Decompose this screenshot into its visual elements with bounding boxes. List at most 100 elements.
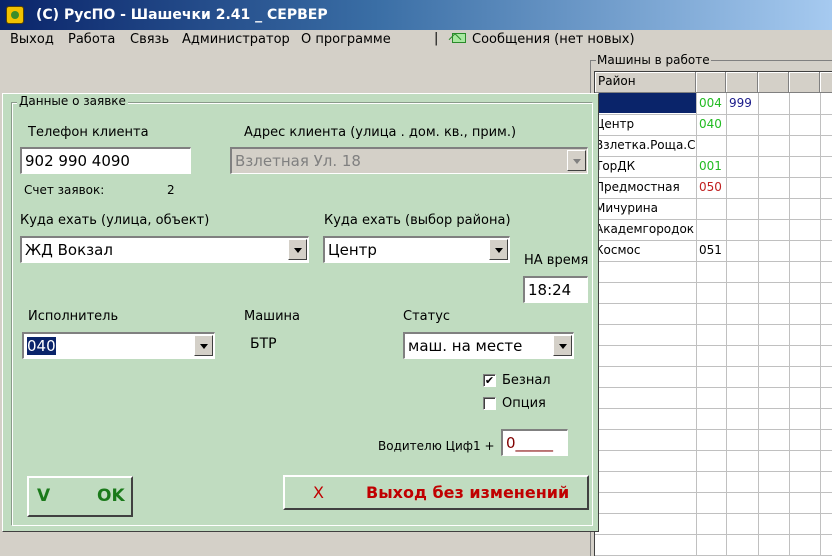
car-number-cell[interactable]: 051 bbox=[696, 240, 726, 260]
car-number-cell[interactable] bbox=[696, 219, 726, 239]
car-number-cell[interactable] bbox=[726, 198, 758, 218]
cashless-checkbox[interactable]: ✔ bbox=[483, 374, 496, 387]
grid-row-line bbox=[595, 534, 832, 535]
grid-row-line bbox=[595, 450, 832, 451]
car-number-cell[interactable] bbox=[726, 135, 758, 155]
grid-row-line bbox=[595, 513, 832, 514]
car-number-cell[interactable] bbox=[726, 177, 758, 197]
ok-label: OK bbox=[97, 486, 125, 506]
district-cell[interactable]: Космос bbox=[595, 240, 696, 260]
district-cell[interactable] bbox=[595, 93, 696, 113]
status-value: маш. на месте bbox=[408, 337, 523, 355]
phone-field[interactable]: 902 990 4090 bbox=[20, 147, 191, 174]
car-number-cell[interactable] bbox=[726, 219, 758, 239]
car-number-cell[interactable]: 040 bbox=[696, 114, 726, 134]
car-number-cell[interactable] bbox=[726, 156, 758, 176]
car-value: БТР bbox=[250, 336, 277, 352]
car-number-cell[interactable]: 999 bbox=[726, 93, 758, 113]
menu-connection[interactable]: Связь bbox=[130, 32, 169, 47]
cancel-button[interactable]: X Выход без изменений bbox=[283, 475, 589, 510]
car-number-cell[interactable]: 050 bbox=[696, 177, 726, 197]
column-header-4[interactable] bbox=[758, 72, 789, 93]
car-label: Машина bbox=[244, 309, 300, 324]
column-header-6[interactable] bbox=[820, 72, 832, 93]
executor-label: Исполнитель bbox=[28, 309, 119, 324]
cashless-label: Безнал bbox=[502, 373, 551, 388]
car-number-cell[interactable]: 004 bbox=[696, 93, 726, 113]
title-bar: (C) РусПО - Шашечки 2.41 _ СЕРВЕР bbox=[0, 0, 832, 30]
app-icon[interactable] bbox=[6, 6, 24, 24]
district-value: Центр bbox=[328, 241, 377, 259]
grid-row-line bbox=[595, 366, 832, 367]
car-number-cell[interactable] bbox=[726, 114, 758, 134]
chevron-down-icon[interactable] bbox=[567, 150, 586, 171]
address-label: Адрес клиента (улица . дом. кв., прим.) bbox=[244, 125, 517, 140]
grid-row-line bbox=[595, 429, 832, 430]
envelope-icon bbox=[452, 33, 466, 43]
destination-combo[interactable]: ЖД Вокзал bbox=[20, 236, 309, 263]
machines-grid[interactable]: Район 004 999 Центр 040 Взлетка.Роща.С ТорДК 0… bbox=[594, 71, 832, 556]
column-header-5[interactable] bbox=[789, 72, 820, 93]
car-number-cell[interactable]: 001 bbox=[696, 156, 726, 176]
close-icon: X bbox=[313, 483, 324, 502]
status-combo[interactable]: маш. на месте bbox=[403, 332, 574, 359]
car-number-cell[interactable] bbox=[696, 135, 726, 155]
menu-exit[interactable]: Выход bbox=[10, 32, 54, 47]
chevron-down-icon[interactable] bbox=[553, 335, 572, 356]
option-checkbox[interactable] bbox=[483, 397, 496, 410]
orders-count-value: 2 bbox=[167, 183, 175, 197]
order-legend: Данные о заявке bbox=[17, 94, 128, 108]
driver-digit-field[interactable]: 0_____ bbox=[501, 429, 568, 456]
chevron-down-icon[interactable] bbox=[489, 239, 508, 260]
district-cell[interactable]: Мичурина bbox=[595, 198, 696, 218]
check-icon: ✔ bbox=[484, 374, 495, 387]
check-mark: V bbox=[37, 486, 51, 506]
status-label: Статус bbox=[403, 309, 451, 324]
orders-count-label: Счет заявок: bbox=[24, 183, 105, 197]
menu-bar: Выход Работа Связь Администратор О прогр… bbox=[0, 30, 832, 50]
car-number-cell[interactable] bbox=[696, 198, 726, 218]
district-cell[interactable]: Центр bbox=[595, 114, 696, 134]
column-header-3[interactable] bbox=[726, 72, 758, 93]
executor-selected-text: 040 bbox=[27, 337, 56, 355]
destination-value: ЖД Вокзал bbox=[25, 241, 113, 259]
district-label: Куда ехать (выбор района) bbox=[324, 213, 511, 228]
grid-row-line bbox=[595, 387, 832, 388]
destination-label: Куда ехать (улица, объект) bbox=[20, 213, 210, 228]
grid-row-line bbox=[595, 282, 832, 283]
menu-separator: | bbox=[434, 31, 439, 46]
car-number-cell[interactable] bbox=[726, 240, 758, 260]
time-label: НА время bbox=[524, 253, 589, 268]
menu-messages[interactable]: Сообщения (нет новых) bbox=[472, 32, 635, 47]
menu-administrator[interactable]: Администратор bbox=[182, 32, 290, 47]
option-label: Опция bbox=[502, 396, 546, 411]
grid-row-line bbox=[595, 261, 832, 262]
district-cell[interactable]: ТорДК bbox=[595, 156, 696, 176]
menu-work[interactable]: Работа bbox=[68, 32, 115, 47]
grid-row-line bbox=[595, 408, 832, 409]
machines-legend: Машины в работе bbox=[596, 53, 711, 67]
grid-row-line bbox=[595, 471, 832, 472]
grid-row-line bbox=[595, 345, 832, 346]
column-header-district[interactable]: Район bbox=[595, 72, 696, 93]
menu-about[interactable]: О программе bbox=[301, 32, 391, 47]
district-cell[interactable]: Академгородок bbox=[595, 219, 696, 239]
executor-value: 040 bbox=[27, 337, 211, 355]
column-header-2[interactable] bbox=[696, 72, 726, 93]
order-dialog: Данные о заявке Телефон клиента 902 990 … bbox=[2, 93, 599, 532]
chevron-down-icon[interactable] bbox=[288, 239, 307, 260]
address-combo[interactable]: Взлетная Ул. 18 bbox=[230, 147, 588, 174]
district-combo[interactable]: Центр bbox=[323, 236, 510, 263]
time-field[interactable]: 18:24 bbox=[523, 276, 588, 303]
ok-button[interactable]: V OK bbox=[27, 476, 133, 517]
grid-row-line bbox=[595, 492, 832, 493]
district-cell[interactable]: Взлетка.Роща.С bbox=[595, 135, 696, 155]
driver-digit-label: Водителю Циф1 + bbox=[378, 439, 495, 453]
address-value: Взлетная Ул. 18 bbox=[235, 152, 361, 170]
executor-combo[interactable]: 040 bbox=[22, 332, 215, 359]
district-cell[interactable]: Предмостная bbox=[595, 177, 696, 197]
window-title: (C) РусПО - Шашечки 2.41 _ СЕРВЕР bbox=[36, 7, 328, 23]
grid-row-line bbox=[595, 303, 832, 304]
chevron-down-icon[interactable] bbox=[194, 335, 213, 356]
cancel-label: Выход без изменений bbox=[366, 483, 570, 502]
